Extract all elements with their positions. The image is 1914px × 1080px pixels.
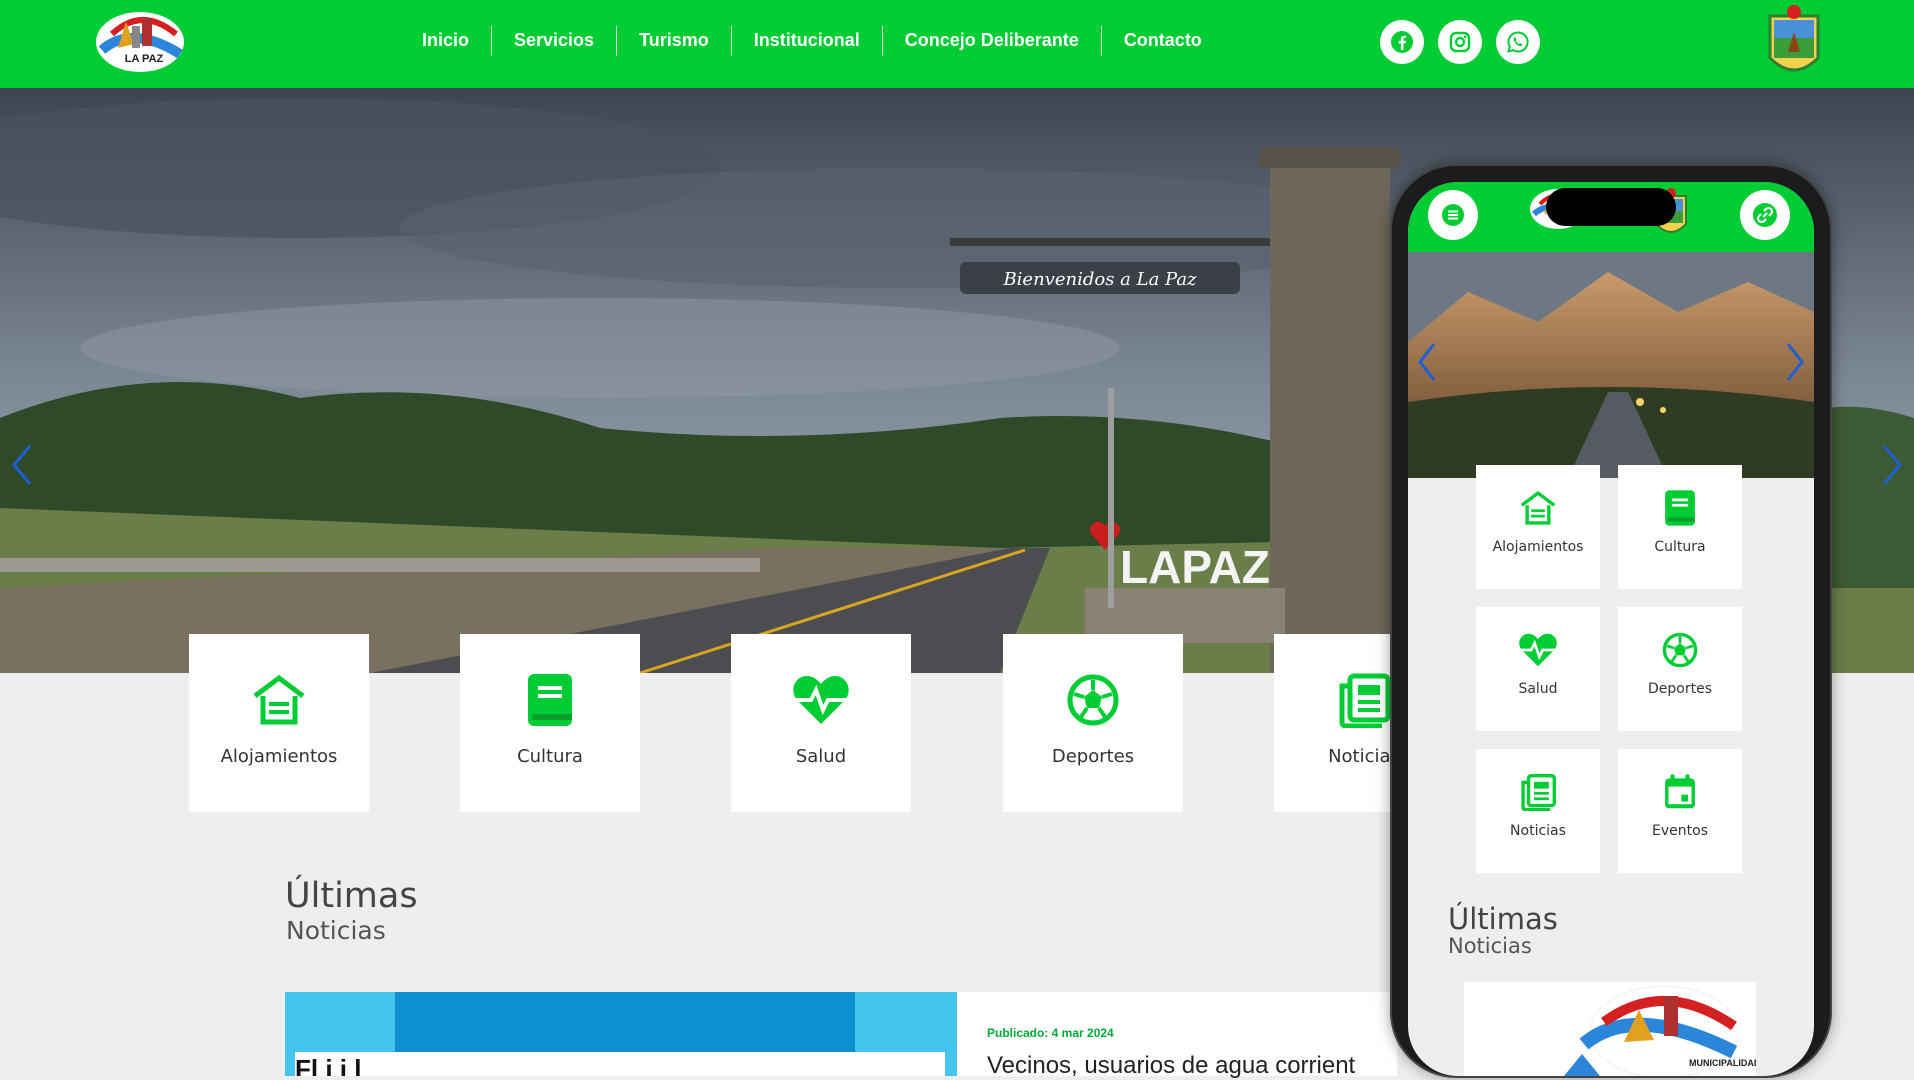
nav-inicio[interactable]: Inicio — [400, 26, 491, 56]
category-card-cultura[interactable]: Cultura — [460, 634, 640, 812]
hero-prev-arrow[interactable] — [6, 440, 36, 490]
phone-prev-arrow[interactable] — [1414, 340, 1440, 384]
category-label: Salud — [795, 746, 847, 767]
dynamic-island — [1546, 188, 1676, 226]
instagram-button[interactable] — [1438, 20, 1482, 64]
heartbeat-icon — [793, 676, 849, 724]
phone-hero-image — [1408, 252, 1814, 478]
phone-card-label: Cultura — [1654, 539, 1706, 555]
facebook-icon — [1391, 31, 1413, 53]
book-icon — [1665, 490, 1695, 526]
phone-link-button[interactable] — [1740, 190, 1790, 240]
section-subtitle: Noticias — [286, 916, 386, 945]
menu-icon — [1442, 204, 1464, 226]
phone-news-logo: MUNICIPALIDAD DE — [1464, 982, 1756, 1076]
phone-news-card[interactable]: MUNICIPALIDAD DE — [1464, 982, 1756, 1076]
phone-card-label: Salud — [1518, 681, 1558, 697]
news-date: Publicado: 4 mar 2024 — [987, 1026, 1114, 1040]
phone-screen: Alojamientos Cultura Salud Deportes Noti… — [1408, 182, 1814, 1076]
house-icon — [1520, 490, 1556, 525]
category-label: Alojamientos — [220, 746, 338, 767]
nav-turismo[interactable]: Turismo — [616, 26, 731, 56]
phone-section-subtitle: Noticias — [1448, 934, 1532, 958]
hero-next-arrow[interactable] — [1878, 440, 1908, 490]
logo-text: LA PAZ — [125, 53, 164, 65]
soccer-ball-icon — [1662, 632, 1698, 668]
main-nav: Inicio Servicios Turismo Institucional C… — [400, 26, 1224, 56]
news-card[interactable]: Publicado: 4 mar 2024 Vecinos, usuarios … — [957, 992, 1397, 1079]
phone-card-noticias[interactable]: Noticias — [1476, 749, 1600, 873]
phone-card-cultura[interactable]: Cultura — [1618, 465, 1742, 589]
hero-letters: LAPAZ — [1120, 541, 1270, 593]
calendar-icon — [1665, 774, 1695, 809]
phone-hero-slider — [1408, 252, 1814, 478]
phone-card-deportes[interactable]: Deportes — [1618, 607, 1742, 731]
social-links — [1380, 20, 1540, 64]
hero-sign-text: Bienvenidos a La Paz — [1002, 269, 1197, 290]
facebook-button[interactable] — [1380, 20, 1424, 64]
category-label: Cultura — [517, 746, 583, 767]
category-label: Noticias — [1328, 746, 1400, 767]
news-image[interactable]: Fl i i l — [285, 992, 957, 1076]
site-header: LA PAZ Inicio Servicios Turismo Instituc… — [0, 0, 1914, 88]
nav-servicios[interactable]: Servicios — [491, 26, 616, 56]
phone-card-label: Deportes — [1648, 681, 1712, 697]
phone-card-label: Eventos — [1652, 823, 1708, 839]
category-card-salud[interactable]: Salud — [731, 634, 911, 812]
category-label: Deportes — [1051, 746, 1135, 767]
whatsapp-icon — [1507, 31, 1529, 53]
book-icon — [528, 674, 572, 726]
whatsapp-button[interactable] — [1496, 20, 1540, 64]
phone-card-eventos[interactable]: Eventos — [1618, 749, 1742, 873]
phone-section-title: Últimas — [1448, 902, 1558, 936]
instagram-icon — [1449, 31, 1471, 53]
newspaper-icon — [1521, 774, 1556, 811]
newspaper-icon — [1339, 673, 1391, 728]
section-title: Últimas — [285, 876, 418, 916]
nav-concejo-deliberante[interactable]: Concejo Deliberante — [881, 26, 1101, 56]
phone-card-label: Alojamientos — [1492, 539, 1584, 555]
category-card-alojamientos[interactable]: Alojamientos — [189, 634, 369, 812]
phone-next-arrow[interactable] — [1782, 340, 1808, 384]
province-crest — [1768, 5, 1820, 72]
phone-menu-button[interactable] — [1428, 190, 1478, 240]
phone-card-label: Noticias — [1510, 823, 1566, 839]
phone-mockup: Alojamientos Cultura Salud Deportes Noti… — [1392, 166, 1830, 1076]
heartbeat-icon — [1519, 633, 1557, 667]
nav-contacto[interactable]: Contacto — [1100, 26, 1224, 56]
link-icon — [1753, 203, 1777, 227]
phone-card-salud[interactable]: Salud — [1476, 607, 1600, 731]
nav-institucional[interactable]: Institucional — [730, 26, 882, 56]
house-icon — [253, 674, 305, 725]
phone-card-alojamientos[interactable]: Alojamientos — [1476, 465, 1600, 589]
municipality-logo[interactable]: LA PAZ — [92, 4, 194, 80]
category-card-deportes[interactable]: Deportes — [1003, 634, 1183, 812]
phone-news-logo-text: MUNICIPALIDAD DE — [1689, 1058, 1756, 1068]
phone-header — [1408, 182, 1814, 252]
soccer-ball-icon — [1067, 674, 1119, 726]
news-image-text: Fl i i l — [295, 1054, 362, 1076]
